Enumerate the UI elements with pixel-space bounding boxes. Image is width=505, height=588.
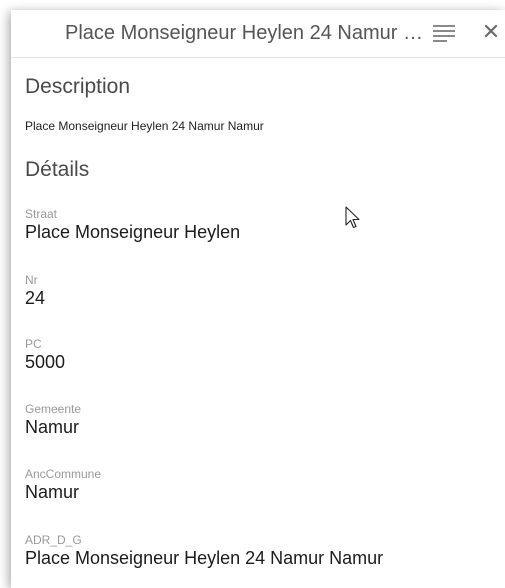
field-nr: Nr 24 xyxy=(25,273,45,309)
field-value: Namur xyxy=(25,482,80,502)
field-gemeente: Gemeente Namur xyxy=(25,402,81,438)
popup-title: Place Monseigneur Heylen 24 Namur Namur xyxy=(65,22,429,44)
feature-popup: Place Monseigneur Heylen 24 Namur Namur … xyxy=(11,10,505,588)
mouse-pointer-icon xyxy=(345,206,360,229)
popup-header: Place Monseigneur Heylen 24 Namur Namur xyxy=(11,10,505,58)
description-text: Place Monseigneur Heylen 24 Namur Namur xyxy=(25,119,264,133)
field-pc: PC 5000 xyxy=(25,337,65,373)
field-value: 24 xyxy=(25,288,46,308)
field-label: AncCommune xyxy=(25,467,102,481)
field-label: Nr xyxy=(25,273,38,287)
field-adr-d-g: ADR_D_G Place Monseigneur Heylen 24 Namu… xyxy=(25,533,383,569)
field-value: Place Monseigneur Heylen 24 Namur Namur xyxy=(25,548,384,568)
close-icon[interactable] xyxy=(481,21,501,41)
field-value: 5000 xyxy=(25,352,66,372)
field-label: PC xyxy=(25,337,42,351)
field-value: Namur xyxy=(25,417,80,437)
description-heading: Description xyxy=(25,75,131,98)
field-label: ADR_D_G xyxy=(25,533,82,547)
field-anccommune: AncCommune Namur xyxy=(25,467,101,503)
field-label: Straat xyxy=(25,207,58,221)
field-value: Place Monseigneur Heylen xyxy=(25,222,241,242)
details-heading: Détails xyxy=(25,158,90,181)
field-straat: Straat Place Monseigneur Heylen xyxy=(25,207,240,243)
field-label: Gemeente xyxy=(25,402,82,416)
hamburger-menu-icon[interactable] xyxy=(433,24,455,42)
